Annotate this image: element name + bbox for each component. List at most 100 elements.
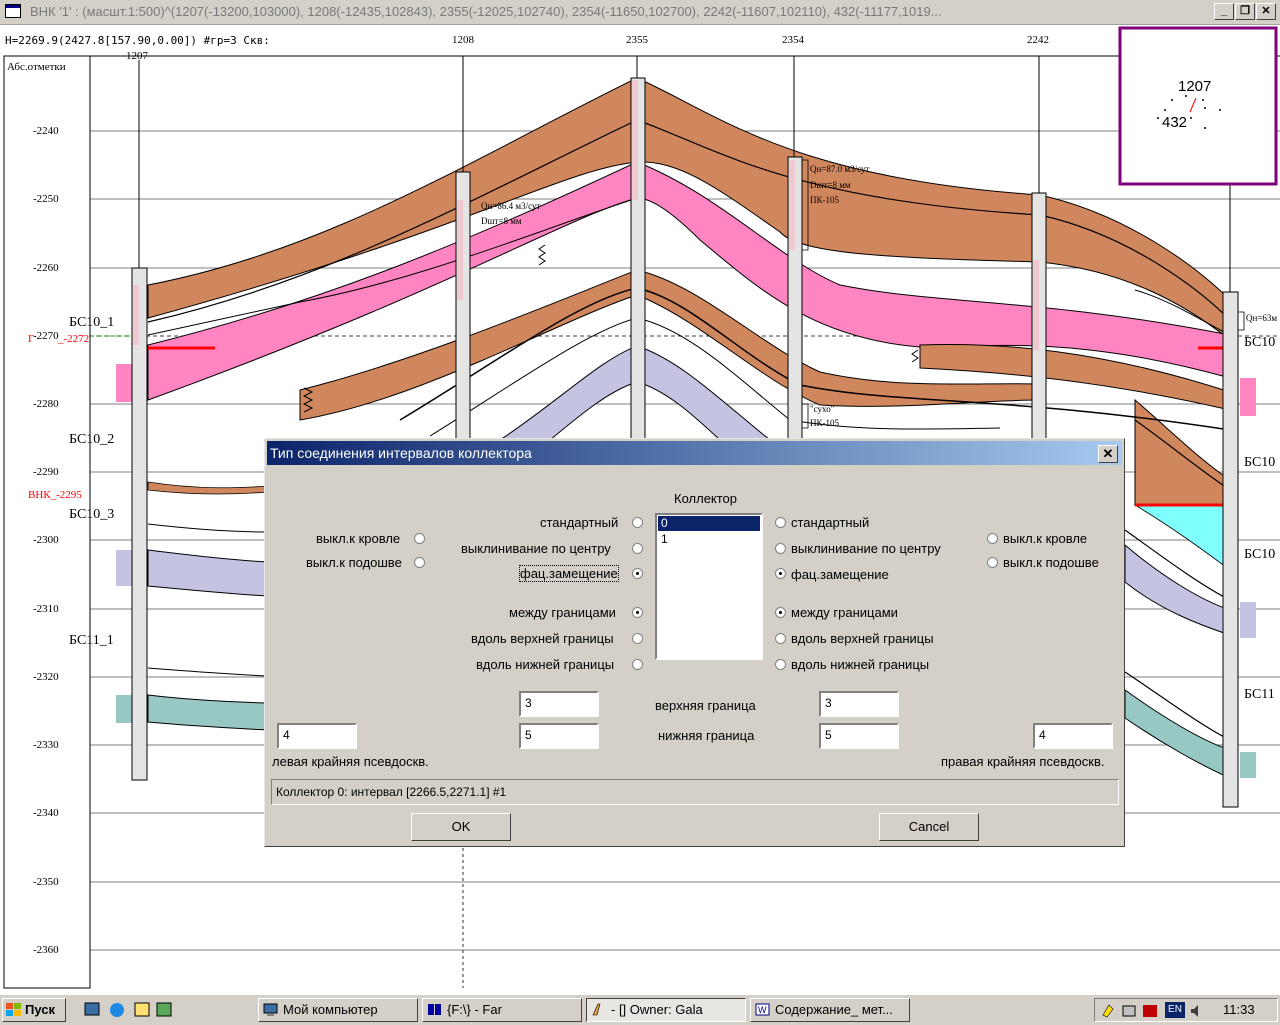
task-far[interactable]: {F:\} - Far (422, 998, 582, 1022)
right-along-top-radio[interactable] (775, 633, 786, 644)
layer-label-right-bs11: БС11 (1244, 687, 1275, 702)
right-center-pinch-radio[interactable] (775, 543, 786, 554)
left-along-bottom-label: вдоль нижней границы (476, 657, 615, 672)
minimap-well-1207: 1207 (1178, 78, 1212, 95)
dialog-close-button[interactable]: ✕ (1098, 445, 1118, 463)
antivirus-icon (1143, 1005, 1157, 1017)
vnk-prefix: Г (28, 333, 35, 345)
right-between-radio[interactable] (775, 607, 786, 618)
left-facies-label: фац.замещение (519, 565, 619, 582)
right-center-pinch-label: выклинивание по центру (791, 541, 941, 556)
depth-tick: -2260 (33, 262, 59, 274)
depth-tick: -2330 (33, 739, 59, 751)
power-icon (1102, 1004, 1114, 1018)
right-along-bottom-label: вдоль нижней границы (791, 657, 930, 672)
axis-title: Абс.отметки (7, 61, 66, 73)
interval-connection-dialog[interactable]: Тип соединения интервалов коллектора ✕ К… (264, 438, 1125, 847)
taskbar: Пуск Мой компьютер {F:\} - Far - [] Owne… (0, 994, 1280, 1025)
dialog-title-bar[interactable]: Тип соединения интервалов коллектора ✕ (267, 441, 1122, 465)
depth-tick: -2300 (33, 534, 59, 546)
left-standard-radio[interactable] (632, 517, 643, 528)
layer-label-bs10-1: БС10_1 (69, 315, 115, 330)
right-pseudo-well-label: правая крайняя псевдоскв. (941, 754, 1105, 769)
depth-tick: -2360 (33, 944, 59, 956)
upper-boundary-left-input[interactable]: 3 (519, 691, 599, 717)
status-field: Коллектор 0: интервал [2266.5,2271.1] #1 (271, 779, 1119, 805)
minimap-frame (1118, 26, 1278, 186)
well-annotation: Qн=87.0 м3/сут (810, 164, 870, 174)
right-pseudo-well-input[interactable]: 4 (1033, 723, 1113, 749)
depth-tick: -2280 (33, 398, 59, 410)
left-outer-label-roof: выкл.к кровле (316, 531, 401, 546)
task-my-computer[interactable]: Мой компьютер (258, 998, 418, 1022)
well-annotation: Qн=86.4 м3/сут (481, 201, 541, 211)
left-standard-label: стандартный (540, 515, 619, 530)
svg-text:W: W (758, 1005, 767, 1015)
outlook-icon (134, 1002, 150, 1017)
right-roof-radio[interactable] (987, 533, 998, 544)
word-icon: W (755, 1003, 770, 1016)
window-title: ВНК '1' : (масшт.1:500)^(1207(-13200,103… (30, 4, 942, 19)
collector-list-item[interactable]: 0 (658, 516, 760, 531)
left-center-pinch-label: выклинивание по центру (461, 541, 611, 556)
dialog-title: Тип соединения интервалов коллектора (270, 445, 532, 461)
depth-tick: -2320 (33, 671, 59, 683)
well-annotation: ПК-105 (810, 418, 839, 428)
lower-boundary-label: нижняя граница (658, 728, 755, 743)
start-button[interactable]: Пуск (2, 998, 66, 1022)
left-between-radio[interactable] (632, 607, 643, 618)
depth-tick: -2310 (33, 603, 59, 615)
left-base-radio[interactable] (414, 557, 425, 568)
right-outer-label-roof: выкл.к кровле (1003, 531, 1088, 546)
left-along-top-radio[interactable] (632, 633, 643, 644)
right-facies-radio[interactable] (775, 568, 786, 579)
volume-icon[interactable] (1189, 1003, 1205, 1019)
collector-list-item[interactable]: 1 (657, 532, 761, 547)
collector-header: Коллектор (674, 491, 738, 506)
right-standard-radio[interactable] (775, 517, 786, 528)
well-annotation: "сухо" (810, 404, 835, 414)
well-annotation: Dшт=8 мм (810, 180, 851, 190)
quick-launch[interactable] (84, 1001, 194, 1019)
close-button[interactable]: ✕ (1256, 3, 1276, 20)
left-facies-radio[interactable] (632, 568, 643, 579)
layer-label-right-bs10: БС10 (1244, 335, 1276, 350)
task-word-document[interactable]: W Содержание_ мет... (750, 998, 910, 1022)
left-center-pinch-radio[interactable] (632, 543, 643, 554)
system-tray: EN 11:33 (1094, 998, 1278, 1022)
upper-boundary-right-input[interactable]: 3 (819, 691, 899, 717)
layer-label-right-bs10: БС10 (1244, 547, 1276, 562)
language-indicator[interactable]: EN (1165, 1002, 1185, 1018)
minimize-button[interactable]: _ (1214, 3, 1234, 20)
task-owner-gala[interactable]: - [] Owner: Gala (586, 998, 746, 1022)
upper-boundary-label: верхняя граница (655, 698, 756, 713)
red-marker-2272: _-2272 (58, 333, 90, 345)
left-roof-radio[interactable] (414, 533, 425, 544)
layer-label-bs10-3: БС10_3 (69, 507, 115, 522)
lower-boundary-left-input[interactable]: 5 (519, 723, 599, 749)
left-between-label: между границами (509, 605, 616, 620)
layer-label-bs11-1: БС11_1 (69, 633, 114, 648)
far-icon (428, 1004, 441, 1015)
right-along-bottom-radio[interactable] (775, 659, 786, 670)
maximize-button[interactable]: ❐ (1235, 3, 1255, 20)
well-annotation: ПК-105 (810, 195, 839, 205)
left-along-bottom-radio[interactable] (632, 659, 643, 670)
left-along-top-label: вдоль верхней границы (471, 631, 614, 646)
right-between-label: между границами (791, 605, 898, 620)
right-facies-label: фац.замещение (791, 567, 889, 582)
cancel-button[interactable]: Cancel (879, 813, 979, 841)
right-standard-label: стандартный (791, 515, 870, 530)
window-title-bar[interactable]: ВНК '1' : (масшт.1:500)^(1207(-13200,103… (0, 0, 1280, 25)
collector-list[interactable]: 0 1 (655, 513, 763, 660)
lower-boundary-right-input[interactable]: 5 (819, 723, 899, 749)
depth-tick: -2270 (33, 330, 59, 342)
layer-label-bs10-2: БС10_2 (69, 432, 115, 447)
depth-tick: -2240 (33, 125, 59, 137)
start-label: Пуск (25, 1002, 55, 1017)
right-base-radio[interactable] (987, 557, 998, 568)
ok-button[interactable]: OK (411, 813, 511, 841)
tray-icons[interactable] (1101, 1003, 1163, 1019)
left-pseudo-well-input[interactable]: 4 (277, 723, 357, 749)
app-icon[interactable] (5, 4, 21, 18)
